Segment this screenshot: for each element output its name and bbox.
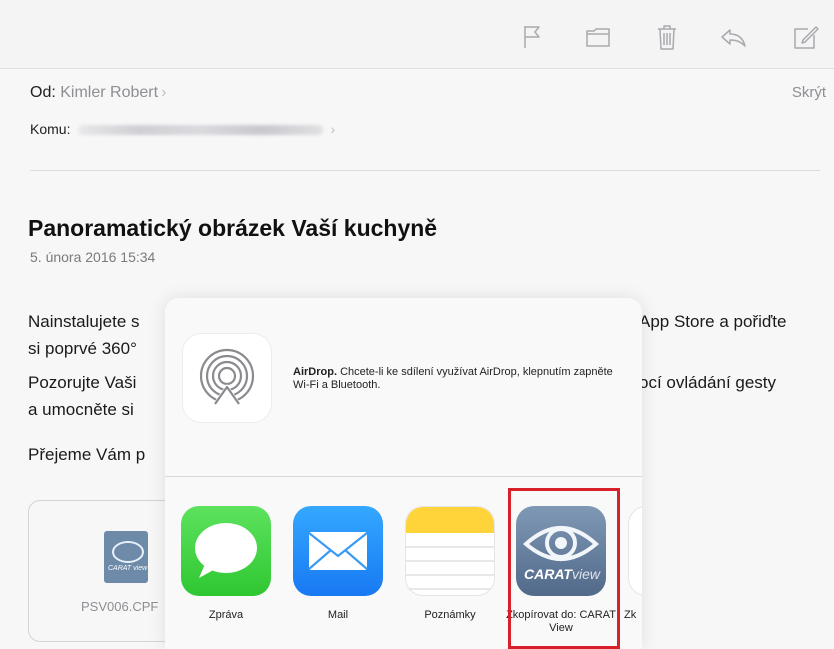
- carat-icon-subtext: view: [571, 566, 600, 582]
- attachment-icon-text: CARAT view: [108, 565, 148, 572]
- folder-icon[interactable]: [583, 22, 613, 52]
- carat-file-icon: CARAT view: [104, 531, 148, 583]
- body-paragraph-2: Pozorujte Vaši a umocněte si: [28, 369, 136, 423]
- share-app-label: Poznámky: [424, 609, 476, 621]
- body-text: Nainstalujete s: [28, 312, 140, 331]
- compose-icon[interactable]: [790, 22, 820, 52]
- notes-icon: [405, 506, 495, 596]
- share-app-label: Mail: [327, 609, 349, 621]
- airdrop-icon[interactable]: [183, 334, 271, 422]
- body-text: a umocněte si: [28, 400, 134, 419]
- body-text: ocí ovládání gesty: [639, 373, 777, 392]
- flag-icon[interactable]: [517, 22, 547, 52]
- mail-toolbar: [0, 0, 834, 69]
- share-app-label: Zkopírovat do: CARAT View: [506, 609, 616, 634]
- message-subject: Panoramatický obrázek Vaší kuchyně: [28, 215, 438, 241]
- chevron-right-icon: ›: [161, 84, 167, 101]
- body-text: App Store a pořiďte: [639, 312, 787, 331]
- trash-icon[interactable]: [652, 22, 682, 52]
- message-date: 5. února 2016 15:34: [30, 249, 156, 265]
- recipient-address-blurred[interactable]: [78, 125, 324, 136]
- carat-icon-text: CARAT: [524, 566, 572, 582]
- share-app-row: Zpráva Mail Poznámky CARATview Zkopírova…: [165, 506, 642, 649]
- attachment-filename: PSV006.CPF: [81, 599, 159, 614]
- share-sheet-divider: [165, 476, 642, 477]
- airdrop-description: AirDrop. Chcete-li ke sdílení využívat A…: [293, 366, 613, 392]
- sender-name[interactable]: Kimler Robert: [60, 84, 158, 101]
- reply-icon[interactable]: [718, 22, 748, 52]
- to-label: Komu:: [30, 121, 71, 137]
- share-app-label: Zk: [624, 609, 637, 621]
- body-text: Pozorujte Vaši: [28, 373, 137, 392]
- to-row: Komu: ›: [30, 121, 335, 137]
- share-app-label: Zpráva: [208, 609, 244, 621]
- messages-icon: [181, 506, 271, 596]
- carat-view-icon: CARATview: [516, 506, 606, 596]
- mail-icon: [293, 506, 383, 596]
- share-sheet: AirDrop. Chcete-li ke sdílení využívat A…: [165, 298, 642, 649]
- hide-details-link[interactable]: Skrýt: [792, 84, 826, 101]
- airdrop-hint: Chcete-li ke sdílení využívat AirDrop, k…: [293, 366, 613, 391]
- body-paragraph-3: Přejeme Vám p: [28, 445, 146, 464]
- next-app-icon: [628, 506, 642, 596]
- body-paragraph-1: Nainstalujete s si poprvé 360°: [28, 308, 140, 362]
- header-divider: [30, 170, 820, 171]
- chevron-right-icon: ›: [330, 121, 336, 137]
- from-row: Od: Kimler Robert ›: [30, 84, 166, 102]
- airdrop-title: AirDrop.: [293, 366, 337, 378]
- body-text: si poprvé 360°: [28, 339, 137, 358]
- from-label: Od:: [30, 84, 56, 101]
